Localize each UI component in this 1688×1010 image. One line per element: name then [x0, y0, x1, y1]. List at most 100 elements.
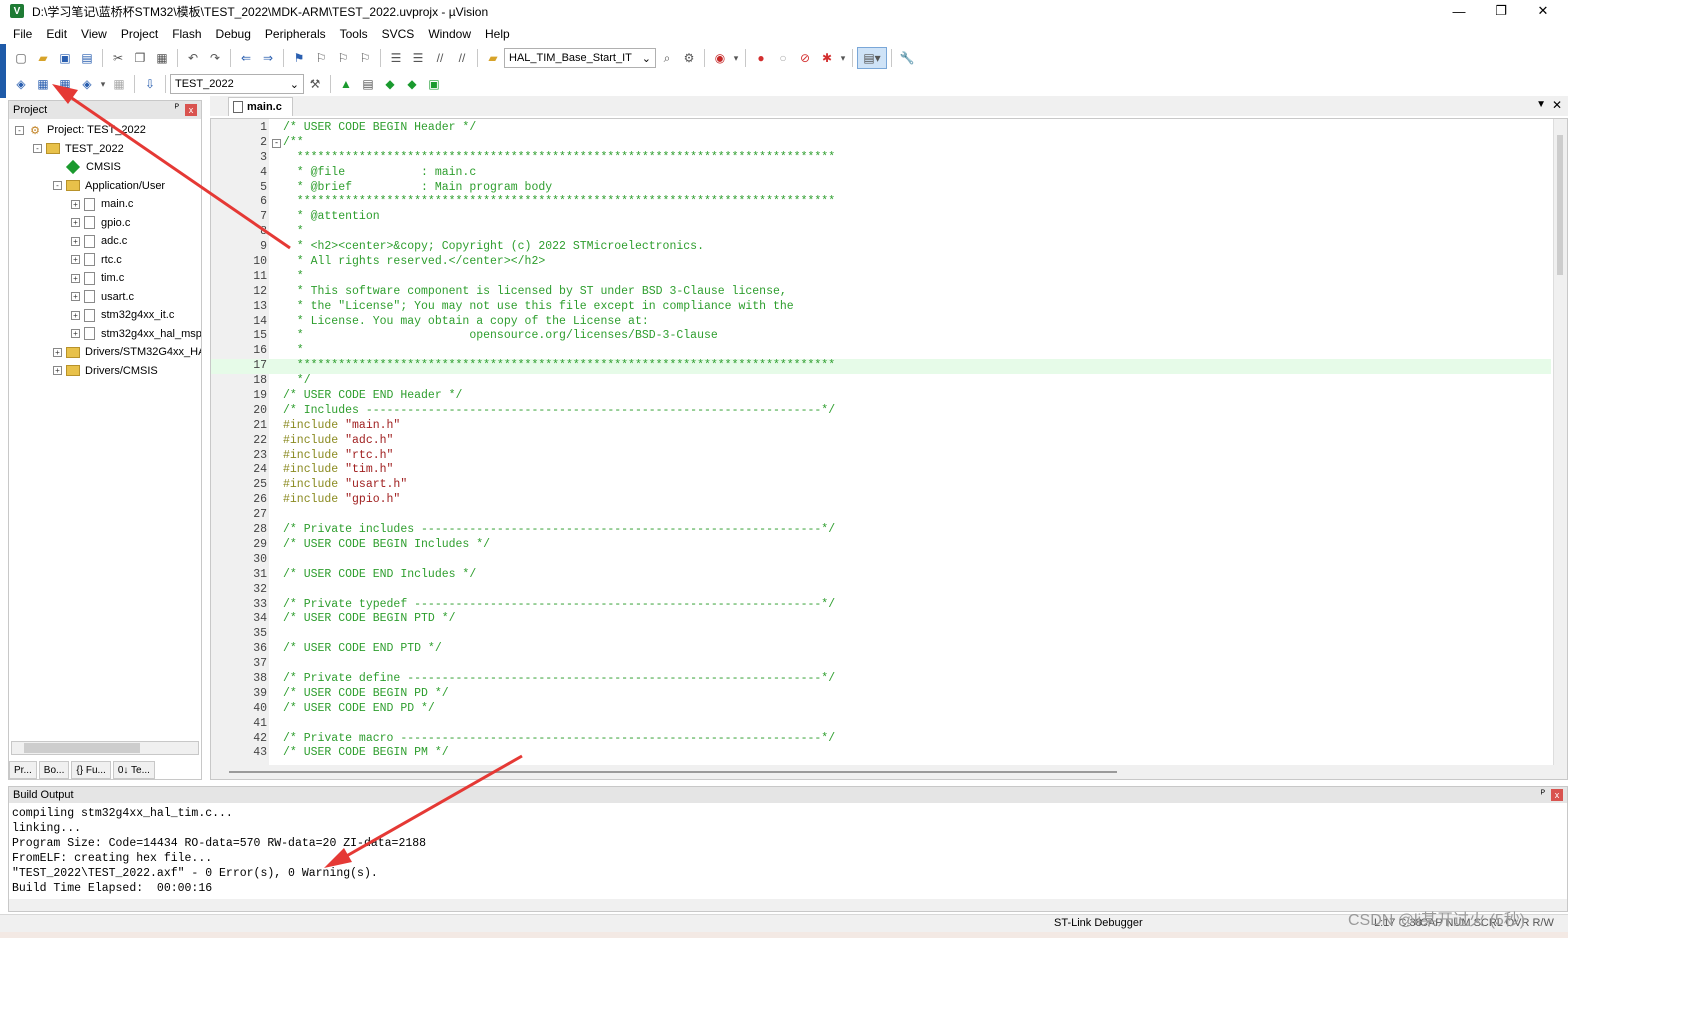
tree-item[interactable]: + adc.c — [71, 232, 127, 250]
indent-icon[interactable]: ☰ — [385, 47, 407, 69]
breakpoint-config-icon[interactable]: ✱ — [816, 47, 838, 69]
stop-build-icon[interactable]: ▦ — [108, 73, 130, 95]
code-line[interactable]: 24 #include "tim.h" — [211, 463, 1551, 478]
expand-icon[interactable]: + — [71, 310, 80, 320]
bookmark-prev-icon[interactable]: ⚐ — [310, 47, 332, 69]
code-line[interactable]: 39 /* USER CODE BEGIN PD */ — [211, 687, 1551, 702]
code-line[interactable]: 1 /* USER CODE BEGIN Header */ — [211, 121, 1551, 136]
code-line[interactable]: 2-/** — [211, 136, 1551, 151]
menu-flash[interactable]: Flash — [165, 27, 208, 41]
code-line[interactable]: 43 /* USER CODE BEGIN PM */ — [211, 746, 1551, 761]
bookmark-icon[interactable]: ⚑ — [288, 47, 310, 69]
paste-icon[interactable]: ▦ — [151, 47, 173, 69]
outdent-icon[interactable]: ☰ — [407, 47, 429, 69]
tree-item[interactable]: + tim.c — [71, 269, 124, 287]
tree-item[interactable]: + main.c — [71, 195, 133, 213]
build-output-text[interactable]: compiling stm32g4xx_hal_tim.c... linking… — [12, 807, 426, 896]
expand-icon[interactable]: + — [71, 255, 80, 264]
code-line[interactable]: 11 * — [211, 270, 1551, 285]
save-icon[interactable]: ▣ — [54, 47, 76, 69]
expand-icon[interactable]: + — [71, 292, 80, 301]
build-hscrollbar[interactable] — [9, 899, 1567, 911]
expand-icon[interactable]: + — [71, 236, 80, 246]
minimize-button[interactable]: — — [1436, 0, 1482, 22]
translate-icon[interactable]: ◈ — [10, 73, 32, 95]
target-combo[interactable]: TEST_2022 ⌄ — [170, 74, 304, 94]
menu-help[interactable]: Help — [478, 27, 517, 41]
code-line[interactable]: 35 — [211, 627, 1551, 642]
code-line[interactable]: 22 #include "adc.h" — [211, 434, 1551, 449]
code-line[interactable]: 30 — [211, 553, 1551, 568]
tab-books[interactable]: Bo... — [38, 761, 70, 779]
pin-icon[interactable]: ᴾ — [1541, 789, 1545, 800]
new-file-icon[interactable]: ▢ — [10, 47, 32, 69]
breakpoint-kill-icon[interactable]: ⊘ — [794, 47, 816, 69]
bookmark-next-icon[interactable]: ⚐ — [332, 47, 354, 69]
find-in-files-icon[interactable]: ▰ — [482, 47, 504, 69]
collapse-icon[interactable]: - — [33, 144, 42, 153]
tree-item[interactable]: - ⚙ Project: TEST_2022 — [15, 121, 146, 139]
tab-project[interactable]: Pr... — [9, 761, 37, 779]
uncomment-icon[interactable]: // — [451, 47, 473, 69]
close-icon[interactable]: ✕ — [1552, 98, 1562, 112]
code-line[interactable]: 3 **************************************… — [211, 151, 1551, 166]
batch-build-icon[interactable]: ◈ — [76, 73, 98, 95]
project-hscrollbar[interactable] — [11, 741, 199, 755]
breakpoint-disable-icon[interactable]: ○ — [772, 47, 794, 69]
expand-icon[interactable]: + — [71, 273, 80, 283]
debug-start-icon[interactable]: ◉ — [709, 47, 731, 69]
close-icon[interactable]: x — [185, 104, 197, 116]
nav-back-icon[interactable]: ⇐ — [235, 47, 257, 69]
build-icon[interactable]: ▦ — [32, 73, 54, 95]
window-icon[interactable]: ▤▾ — [857, 47, 887, 69]
chevron-down-icon[interactable]: ▼ — [1536, 99, 1546, 110]
tree-item[interactable]: CMSIS — [53, 158, 121, 176]
code-line[interactable]: 37 — [211, 657, 1551, 672]
code-line[interactable]: 13 * the "License"; You may not use this… — [211, 300, 1551, 315]
code-line[interactable]: 42 /* Private macro ---------------------… — [211, 732, 1551, 747]
menu-edit[interactable]: Edit — [39, 27, 74, 41]
code-line[interactable]: 15 * opensource.org/licenses/BSD-3-Claus… — [211, 329, 1551, 344]
tree-item[interactable]: + Drivers/STM32G4xx_HA — [53, 343, 201, 361]
code-editor[interactable]: 1/* USER CODE BEGIN Header */2-/** 3 ****… — [210, 118, 1568, 780]
chevron-down-icon[interactable]: ▾ — [98, 73, 108, 95]
tree-item[interactable]: + gpio.c — [71, 214, 130, 232]
code-line[interactable]: 14 * License. You may obtain a copy of t… — [211, 315, 1551, 330]
menu-peripherals[interactable]: Peripherals — [258, 27, 333, 41]
restore-button[interactable]: ❐ — [1478, 0, 1524, 22]
scroll-thumb[interactable] — [24, 743, 140, 753]
save-all-icon[interactable]: ▤ — [76, 47, 98, 69]
menu-tools[interactable]: Tools — [333, 27, 375, 41]
tree-item[interactable]: + Drivers/CMSIS — [53, 362, 158, 380]
code-line[interactable]: 17 *************************************… — [211, 359, 1551, 375]
code-line[interactable]: 5 * @brief : Main program body — [211, 181, 1551, 196]
code-line[interactable]: 32 — [211, 583, 1551, 598]
code-line[interactable]: 36 /* USER CODE END PTD */ — [211, 642, 1551, 657]
code-line[interactable]: 33 /* Private typedef -------------------… — [211, 598, 1551, 613]
code-line[interactable]: 4 * @file : main.c — [211, 166, 1551, 181]
expand-icon[interactable]: + — [71, 329, 80, 338]
menu-project[interactable]: Project — [114, 27, 165, 41]
code-line[interactable]: 19 /* USER CODE END Header */ — [211, 389, 1551, 404]
expand-icon[interactable]: + — [53, 347, 62, 357]
code-line[interactable]: 27 — [211, 508, 1551, 523]
code-line[interactable]: 6 **************************************… — [211, 195, 1551, 210]
code-line[interactable]: 10 * All rights reserved.</center></h2> — [211, 255, 1551, 270]
close-window-button[interactable]: ✕ — [1520, 0, 1566, 22]
code-line[interactable]: 16 * — [211, 344, 1551, 359]
code-line[interactable]: 18 */ — [211, 374, 1551, 389]
code-line[interactable]: 34 /* USER CODE BEGIN PTD */ — [211, 612, 1551, 627]
chevron-down-icon[interactable]: ▾ — [731, 47, 741, 69]
expand-icon[interactable]: + — [71, 218, 80, 227]
menu-debug[interactable]: Debug — [209, 27, 258, 41]
editor-hscrollbar[interactable] — [211, 765, 1567, 779]
tree-item[interactable]: - Application/User — [53, 177, 165, 195]
cut-icon[interactable]: ✂ — [107, 47, 129, 69]
rebuild-icon[interactable]: ▦ — [54, 73, 76, 95]
code-line[interactable]: 23 #include "rtc.h" — [211, 449, 1551, 464]
menu-view[interactable]: View — [74, 27, 114, 41]
chevron-down-icon[interactable]: ▾ — [838, 47, 848, 69]
comment-icon[interactable]: // — [429, 47, 451, 69]
tab-templates[interactable]: 0↓ Te... — [112, 761, 155, 779]
code-line[interactable]: 25 #include "usart.h" — [211, 478, 1551, 493]
